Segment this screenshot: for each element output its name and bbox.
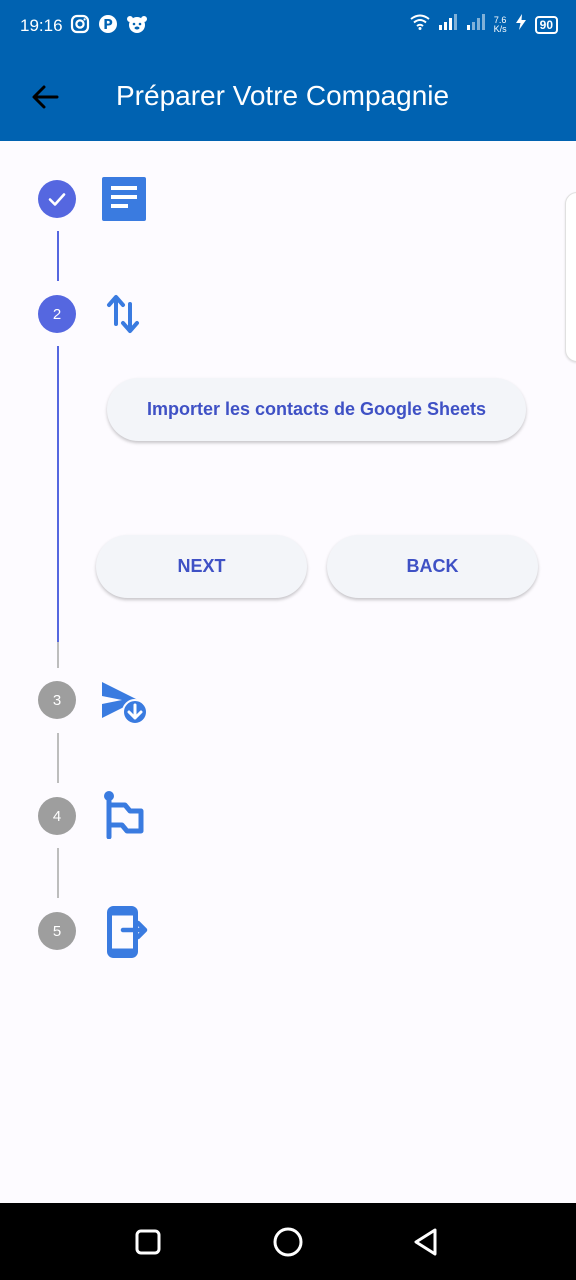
instagram-icon [70,14,90,34]
document-icon [102,177,146,226]
step-3-number: 3 [52,691,62,709]
step-2-number: 2 [52,305,62,323]
step-connector-1 [57,231,59,281]
app-bar: 19:16 P 7.6 K/s 90 Préparer Votre Compag… [0,0,576,141]
arrow-left-icon [32,85,59,109]
step-connector-2 [57,346,59,642]
edge-panel-handle[interactable] [565,192,576,362]
step-4-circle[interactable]: 4 [38,797,76,835]
wifi-icon [410,14,430,35]
step-connector-3 [57,733,59,783]
check-icon [48,193,66,206]
send-download-icon [102,682,148,731]
flag-icon [103,791,145,844]
home-button[interactable] [270,1224,306,1260]
swap-vertical-icon [106,292,142,341]
system-navigation-bar [0,1203,576,1280]
status-notification-icons: P [70,14,147,34]
svg-text:P: P [103,18,113,33]
device-exit-icon [107,906,149,963]
signal-icon-2 [466,14,486,35]
home-icon [273,1227,303,1257]
import-google-sheets-button[interactable]: Importer les contacts de Google Sheets [107,378,526,441]
step-5-circle[interactable]: 5 [38,912,76,950]
back-icon [414,1228,437,1256]
charging-icon [515,14,527,35]
status-time: 19:16 [20,16,63,35]
step-connector-4 [57,848,59,898]
net-speed-unit: K/s [493,23,507,34]
step-4-number: 4 [52,807,62,825]
face-icon [126,14,147,34]
step-2-circle[interactable]: 2 [38,295,76,333]
step-5-number: 5 [52,922,62,940]
back-button[interactable] [26,78,64,116]
step-1-circle[interactable] [38,180,76,218]
next-button[interactable]: NEXT [96,535,307,598]
net-speed: 7.6 K/s [493,15,507,34]
battery-level: 90 [534,15,558,34]
status-system-icons: 7.6 K/s 90 [410,14,558,35]
system-back-button[interactable] [408,1224,444,1260]
recents-icon [135,1229,161,1255]
page-title: Préparer Votre Compagnie [116,80,450,111]
back-step-button[interactable]: BACK [327,535,538,598]
step-connector-2b [57,642,59,668]
signal-icon [438,14,458,35]
p-icon: P [98,14,118,34]
recents-button[interactable] [130,1224,166,1260]
step-3-circle[interactable]: 3 [38,681,76,719]
